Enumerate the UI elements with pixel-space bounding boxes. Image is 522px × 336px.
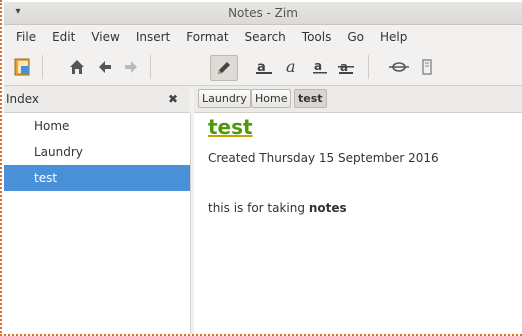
body-bold-text: notes [308, 201, 347, 215]
menu-edit[interactable]: Edit [44, 25, 83, 49]
page-title: test [208, 115, 253, 139]
page-body: this is for taking notes [208, 201, 347, 215]
index-header: Index ✖ [4, 86, 190, 113]
index-item-label: Laundry [34, 145, 83, 159]
underline-icon[interactable]: a [308, 55, 334, 79]
home-icon[interactable] [64, 55, 90, 79]
notebook-icon[interactable] [10, 55, 36, 79]
index-item-label: test [34, 171, 58, 185]
menu-help[interactable]: Help [372, 25, 415, 49]
menu-view[interactable]: View [83, 25, 127, 49]
menu-search[interactable]: Search [237, 25, 294, 49]
pathbar: Laundry Home test [194, 86, 522, 113]
page-created-date: Created Thursday 15 September 2016 [208, 151, 439, 165]
toolbar-separator [150, 55, 151, 79]
forward-arrow-icon[interactable] [118, 55, 144, 79]
menu-go[interactable]: Go [339, 25, 372, 49]
bold-icon[interactable]: a [252, 55, 278, 79]
title-bar: ▾ Notes - Zim [4, 2, 522, 25]
zim-window: ▾ Notes - Zim File Edit View Insert Form… [4, 2, 522, 334]
menu-bar: File Edit View Insert Format Search Tool… [4, 25, 522, 49]
toolbar: a a a a [4, 49, 522, 86]
index-item-home[interactable]: Home [4, 113, 190, 139]
index-item-test[interactable]: test [4, 165, 190, 191]
menu-file[interactable]: File [4, 25, 44, 49]
link-icon[interactable] [386, 55, 412, 79]
italic-icon[interactable]: a [280, 55, 306, 79]
attachment-icon[interactable] [414, 55, 440, 79]
close-icon[interactable]: ✖ [168, 86, 178, 112]
menu-insert[interactable]: Insert [128, 25, 178, 49]
index-title: Index [6, 92, 40, 106]
page-editor[interactable]: test Created Thursday 15 September 2016 … [194, 113, 522, 334]
svg-text:a: a [286, 58, 296, 76]
crumb-home[interactable]: Home [251, 89, 292, 108]
edit-pencil-icon[interactable] [210, 55, 238, 81]
index-item-label: Home [34, 119, 70, 133]
crumb-laundry[interactable]: Laundry [198, 89, 251, 108]
window-title: Notes - Zim [228, 6, 298, 20]
index-list: Home Laundry test [4, 113, 191, 334]
index-item-laundry[interactable]: Laundry [4, 139, 190, 165]
menu-tools[interactable]: Tools [294, 25, 340, 49]
back-arrow-icon[interactable] [92, 55, 118, 79]
body-text: this is for taking [208, 201, 309, 215]
strike-icon[interactable]: a [334, 55, 360, 79]
toolbar-separator [42, 55, 43, 79]
toolbar-separator [368, 55, 369, 79]
menu-format[interactable]: Format [178, 25, 236, 49]
svg-text:a: a [314, 59, 322, 73]
crumb-test[interactable]: test [294, 89, 327, 108]
